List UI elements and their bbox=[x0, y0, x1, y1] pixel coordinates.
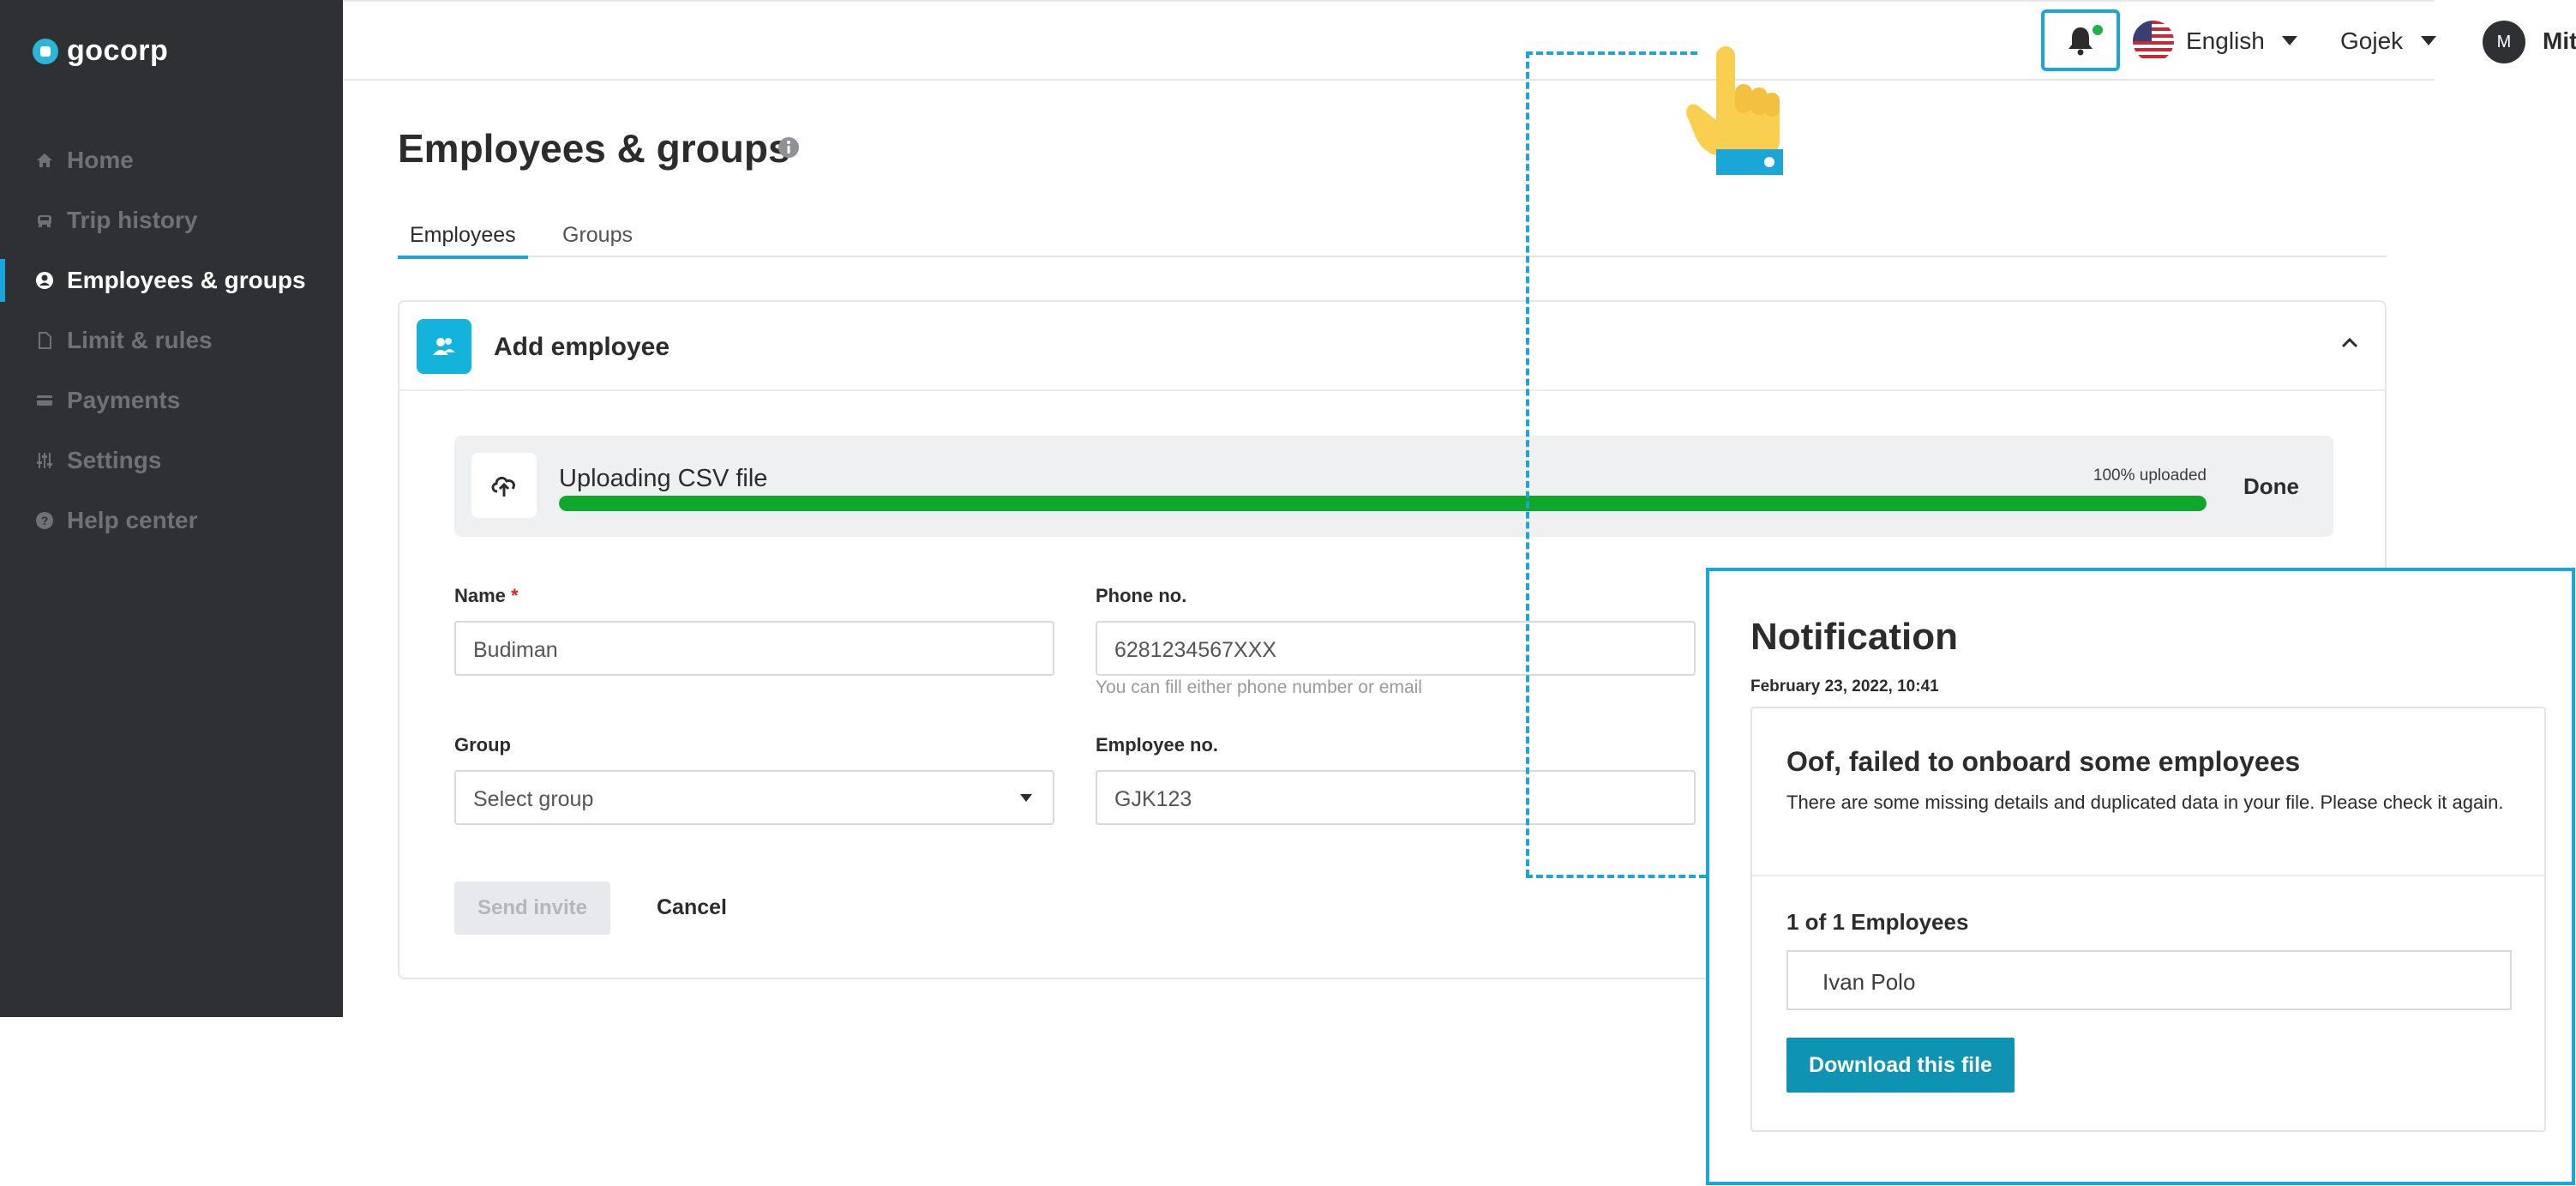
chevron-down-icon bbox=[1020, 794, 1032, 802]
sidebar: gocorp Home Trip history Employees & gro… bbox=[0, 0, 343, 1017]
user-name[interactable]: Mitsalina bbox=[2543, 27, 2576, 55]
sidebar-item-limit-rules[interactable]: Limit & rules bbox=[0, 310, 343, 370]
sidebar-item-label: Trip history bbox=[67, 207, 198, 233]
notification-card: Oof, failed to onboard some employees Th… bbox=[1750, 707, 2546, 1132]
company-selector[interactable]: Gojek bbox=[2340, 27, 2403, 55]
list-item: Ivan Polo bbox=[1786, 950, 2512, 1010]
logo-text: gocorp bbox=[67, 34, 169, 67]
sidebar-item-label: Payments bbox=[67, 387, 181, 413]
gocorp-logo[interactable]: gocorp bbox=[33, 34, 168, 68]
employee-no-field[interactable]: GJK123 bbox=[1096, 770, 1696, 825]
notification-title: Notification bbox=[1750, 616, 1958, 658]
required-mark: * bbox=[511, 585, 519, 606]
phone-field[interactable]: 6281234567XXX bbox=[1096, 621, 1696, 676]
document-icon bbox=[34, 330, 55, 351]
pointing-hand-icon bbox=[1672, 38, 1783, 179]
language-selector[interactable]: English bbox=[2186, 27, 2265, 55]
phone-label: Phone no. bbox=[1096, 585, 1187, 606]
cancel-button[interactable]: Cancel bbox=[657, 895, 727, 920]
page-title: Employees & groups bbox=[398, 126, 790, 171]
card-title: Add employee bbox=[494, 333, 670, 361]
done-button[interactable]: Done bbox=[2243, 473, 2299, 500]
divider bbox=[1752, 875, 2544, 876]
employee-no-label: Employee no. bbox=[1096, 734, 1219, 756]
connector-line bbox=[1526, 51, 1529, 876]
sidebar-item-label: Home bbox=[67, 147, 134, 173]
group-select[interactable]: Select group bbox=[454, 770, 1054, 825]
tab-employees[interactable]: Employees bbox=[398, 223, 528, 259]
info-icon[interactable] bbox=[777, 135, 801, 164]
sidebar-item-label: Settings bbox=[67, 447, 162, 473]
card-icon bbox=[34, 390, 55, 411]
phone-hint: You can fill either phone number or emai… bbox=[1096, 677, 1422, 697]
help-icon: ? bbox=[34, 510, 55, 531]
chevron-up-icon[interactable] bbox=[2340, 336, 2359, 354]
sidebar-item-label: Help center bbox=[67, 507, 198, 533]
sliders-icon bbox=[34, 450, 55, 471]
notification-message-title: Oof, failed to onboard some employees bbox=[1786, 746, 2301, 777]
notification-panel: Notification February 23, 2022, 10:41 Oo… bbox=[1706, 568, 2575, 1185]
chevron-down-icon[interactable] bbox=[2282, 36, 2297, 45]
sidebar-item-label: Limit & rules bbox=[67, 327, 213, 353]
sidebar-item-trip-history[interactable]: Trip history bbox=[0, 190, 343, 250]
upload-progress-fill bbox=[559, 496, 2207, 511]
chevron-down-icon[interactable] bbox=[2421, 36, 2436, 45]
tab-groups[interactable]: Groups bbox=[550, 223, 645, 257]
notification-timestamp: February 23, 2022, 10:41 bbox=[1750, 677, 1939, 695]
name-label: Name * bbox=[454, 585, 519, 606]
avatar[interactable]: M bbox=[2483, 21, 2525, 63]
sidebar-item-settings[interactable]: Settings bbox=[0, 430, 343, 491]
sidebar-item-payments[interactable]: Payments bbox=[0, 370, 343, 430]
download-file-button[interactable]: Download this file bbox=[1786, 1038, 2015, 1093]
upload-cloud-icon bbox=[471, 453, 537, 518]
employee-count: 1 of 1 Employees bbox=[1786, 909, 1969, 935]
send-invite-button[interactable]: Send invite bbox=[454, 882, 610, 935]
upload-label: Uploading CSV file bbox=[559, 465, 768, 492]
add-user-icon bbox=[417, 319, 471, 374]
us-flag-icon[interactable] bbox=[2133, 21, 2174, 62]
name-field[interactable]: Budiman bbox=[454, 621, 1054, 676]
notification-button[interactable] bbox=[2041, 9, 2120, 71]
topbar: English Gojek M Mitsalina bbox=[343, 0, 2576, 81]
notification-indicator bbox=[2091, 23, 2105, 37]
upload-percentage: 100% uploaded bbox=[2093, 467, 2207, 485]
tabs: Employees Groups bbox=[398, 223, 2387, 259]
csv-upload-status: Uploading CSV file 100% uploaded Done bbox=[454, 436, 2333, 537]
group-label: Group bbox=[454, 734, 511, 756]
notification-message-body: There are some missing details and dupli… bbox=[1786, 792, 2504, 813]
sidebar-item-label: Employees & groups bbox=[67, 267, 306, 293]
sidebar-item-employees-groups[interactable]: Employees & groups bbox=[0, 250, 343, 310]
car-icon bbox=[34, 210, 55, 231]
upload-progress-bar bbox=[559, 496, 2207, 511]
connector-line bbox=[1526, 875, 1706, 878]
home-icon bbox=[34, 150, 55, 171]
sidebar-nav: Home Trip history Employees & groups Lim… bbox=[0, 130, 343, 551]
sidebar-item-home[interactable]: Home bbox=[0, 130, 343, 190]
svg-text:?: ? bbox=[41, 514, 49, 527]
gocorp-logo-icon bbox=[33, 38, 58, 64]
user-icon bbox=[34, 270, 55, 291]
sidebar-item-help-center[interactable]: ? Help center bbox=[0, 491, 343, 551]
card-header[interactable]: Add employee bbox=[399, 302, 2385, 391]
